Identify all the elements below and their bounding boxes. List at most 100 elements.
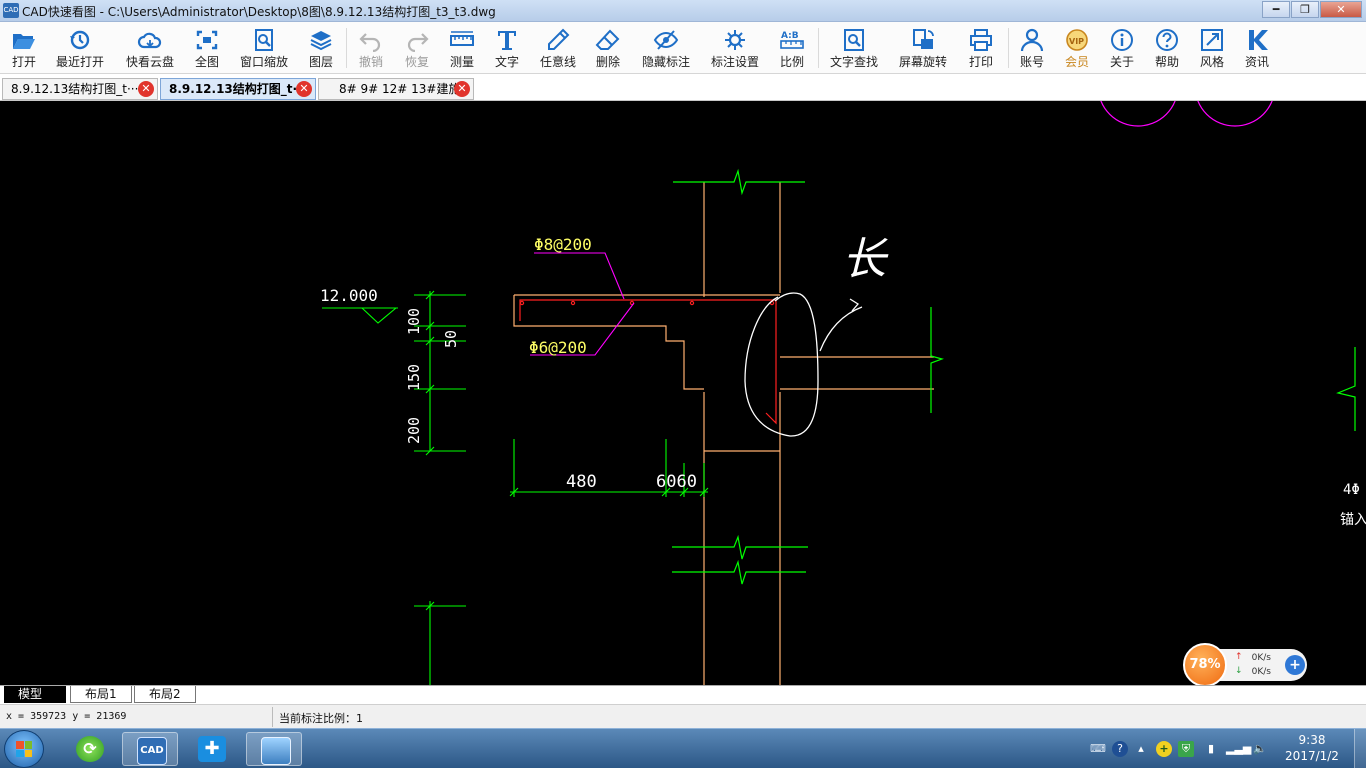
windows-logo-icon (16, 741, 32, 757)
document-tab-1[interactable]: 8.9.12.13结构打图_t··· ✕ (2, 78, 158, 100)
status-bar: x = 359723 y = 21369 当前标注比例：1 (0, 704, 1366, 728)
printer-icon (970, 29, 992, 51)
show-desktop-button[interactable] (1354, 729, 1366, 769)
close-tab-icon[interactable]: ✕ (454, 81, 470, 97)
download-speed: 0K/s (1251, 667, 1271, 677)
keyboard-icon[interactable]: ⌨ (1090, 741, 1106, 757)
info-icon (1111, 29, 1133, 51)
redo-button[interactable]: 恢复 (398, 24, 436, 72)
cad-app-icon: CAD (137, 737, 167, 765)
style-button[interactable]: 风格 (1193, 24, 1231, 72)
elevation-symbol (322, 307, 398, 324)
help-icon (1156, 29, 1178, 51)
volume-icon[interactable]: 🔈 (1252, 741, 1268, 757)
text-search-label: 文字查找 (829, 55, 878, 69)
accelerate-plus-icon[interactable]: + (1285, 655, 1305, 675)
text-button[interactable]: 文字 (488, 24, 526, 72)
window-controls: ━ ❐ ✕ (1261, 1, 1362, 19)
cloud-button[interactable]: 快看云盘 (122, 24, 178, 72)
minimize-button[interactable]: ━ (1262, 1, 1290, 18)
zoom-window-button[interactable]: 窗口缩放 (236, 24, 292, 72)
taskbar-photo-app[interactable] (246, 732, 302, 766)
start-button[interactable] (4, 730, 44, 768)
dimension-scale-status: 当前标注比例：1 (279, 712, 363, 725)
style-label: 风格 (1199, 55, 1224, 69)
toolbar-divider (818, 28, 819, 68)
news-button[interactable]: 资讯 (1238, 24, 1276, 72)
folder-open-icon (13, 34, 35, 49)
fit-view-button[interactable]: 全图 (188, 24, 226, 72)
maximize-button[interactable]: ❐ (1291, 1, 1319, 18)
vip-button[interactable]: VIP 会员 (1058, 24, 1096, 72)
toolbar-divider (1008, 28, 1009, 68)
layers-button[interactable]: 图层 (302, 24, 340, 72)
close-tab-icon[interactable]: ✕ (296, 81, 312, 97)
text-search-button[interactable]: 文字查找 (826, 24, 882, 72)
rebar-top-text: Φ8@200 (534, 235, 592, 254)
security-shield-icon[interactable]: ⛨ (1178, 741, 1194, 757)
layout-tab-layout1[interactable]: 布局1 (70, 686, 132, 703)
rotate-screen-label: 屏幕旋转 (898, 55, 947, 69)
open-button[interactable]: 打开 (4, 24, 44, 72)
windows-taskbar: ⟳ CAD ✚ ⌨ ? ▴ + ⛨ ▮ ▂▃▅ 🔈 9:38 2017/1/2 (0, 728, 1366, 769)
memory-usage-ball[interactable]: 78% (1183, 643, 1227, 687)
taskbar-helper-app[interactable]: ✚ (184, 732, 240, 766)
fit-view-label: 全图 (194, 55, 219, 69)
axis-bubble (1197, 101, 1273, 127)
undo-button[interactable]: 撤销 (352, 24, 390, 72)
document-tab-2[interactable]: 8.9.12.13结构打图_t· ✕ (160, 78, 316, 100)
tray-expand-icon[interactable]: ▴ (1133, 741, 1149, 757)
zoom-window-icon (255, 29, 273, 51)
network-speed-widget[interactable]: ↑ 0K/s ↓ 0K/s + 78% (1183, 643, 1309, 687)
recent-button[interactable]: 最近打开 (52, 24, 108, 72)
document-tab-label: 8.9.12.13结构打图_t··· (11, 82, 139, 96)
print-button[interactable]: 打印 (962, 24, 1000, 72)
device-tray-icon[interactable]: ▮ (1203, 741, 1219, 757)
cloud-icon (137, 32, 162, 49)
help-tray-icon[interactable]: ? (1112, 741, 1128, 757)
scale-label: 比例 (779, 55, 804, 69)
undo-icon (359, 33, 381, 52)
about-button[interactable]: 关于 (1103, 24, 1141, 72)
dimension-settings-button[interactable]: 标注设置 (707, 24, 763, 72)
cursor-coordinates: x = 359723 y = 21369 (6, 711, 127, 722)
taskbar-cad-app[interactable]: CAD (122, 732, 178, 766)
clock-date: 2017/1/2 (1285, 749, 1339, 763)
style-icon (1201, 29, 1223, 51)
text-icon (498, 31, 516, 50)
helper-app-icon: ✚ (198, 736, 226, 762)
history-icon (70, 30, 90, 50)
account-button[interactable]: 账号 (1013, 24, 1051, 72)
accelerator-tray-icon[interactable]: + (1156, 741, 1172, 757)
redo-label: 恢复 (404, 55, 429, 69)
help-label: 帮助 (1154, 55, 1179, 69)
freeline-button[interactable]: 任意线 (536, 24, 580, 72)
drawing-canvas[interactable]: 12.000 Φ8@200 Φ6@200 100 50 150 200 480 … (0, 101, 1366, 685)
erase-button[interactable]: 删除 (589, 24, 627, 72)
close-button[interactable]: ✕ (1320, 1, 1362, 18)
document-tab-label: 8.9.12.13结构打图_t· (169, 82, 298, 96)
taskbar-browser-app[interactable]: ⟳ (62, 732, 118, 766)
dimension-settings-icon (725, 30, 745, 50)
close-tab-icon[interactable]: ✕ (138, 81, 154, 97)
network-signal-icon[interactable]: ▂▃▅ (1226, 741, 1251, 757)
layout-tab-model[interactable]: 模型 (4, 686, 66, 703)
rebar-lines (519, 299, 777, 425)
freehand-markup (744, 292, 863, 437)
measure-button[interactable]: 测量 (443, 24, 481, 72)
document-tab-3[interactable]: 8# 9# 12# 13#建施 ✕ (318, 78, 474, 100)
rotate-screen-button[interactable]: 屏幕旋转 (895, 24, 951, 72)
elevation-text: 12.000 (320, 286, 378, 305)
scale-button[interactable]: A:B 比例 (773, 24, 811, 72)
account-label: 账号 (1019, 55, 1044, 69)
hide-dimension-button[interactable]: 隐藏标注 (638, 24, 694, 72)
open-label: 打开 (11, 55, 36, 69)
document-tab-bar: 8.9.12.13结构打图_t··· ✕ 8.9.12.13结构打图_t· ✕ … (0, 75, 1366, 101)
eraser-icon (595, 29, 620, 50)
ruler-icon (450, 31, 474, 46)
help-button[interactable]: 帮助 (1148, 24, 1186, 72)
status-divider (272, 707, 273, 727)
layout-tab-layout2[interactable]: 布局2 (134, 686, 196, 703)
system-clock[interactable]: 9:38 2017/1/2 (1282, 732, 1342, 764)
clock-time: 9:38 (1298, 733, 1326, 747)
